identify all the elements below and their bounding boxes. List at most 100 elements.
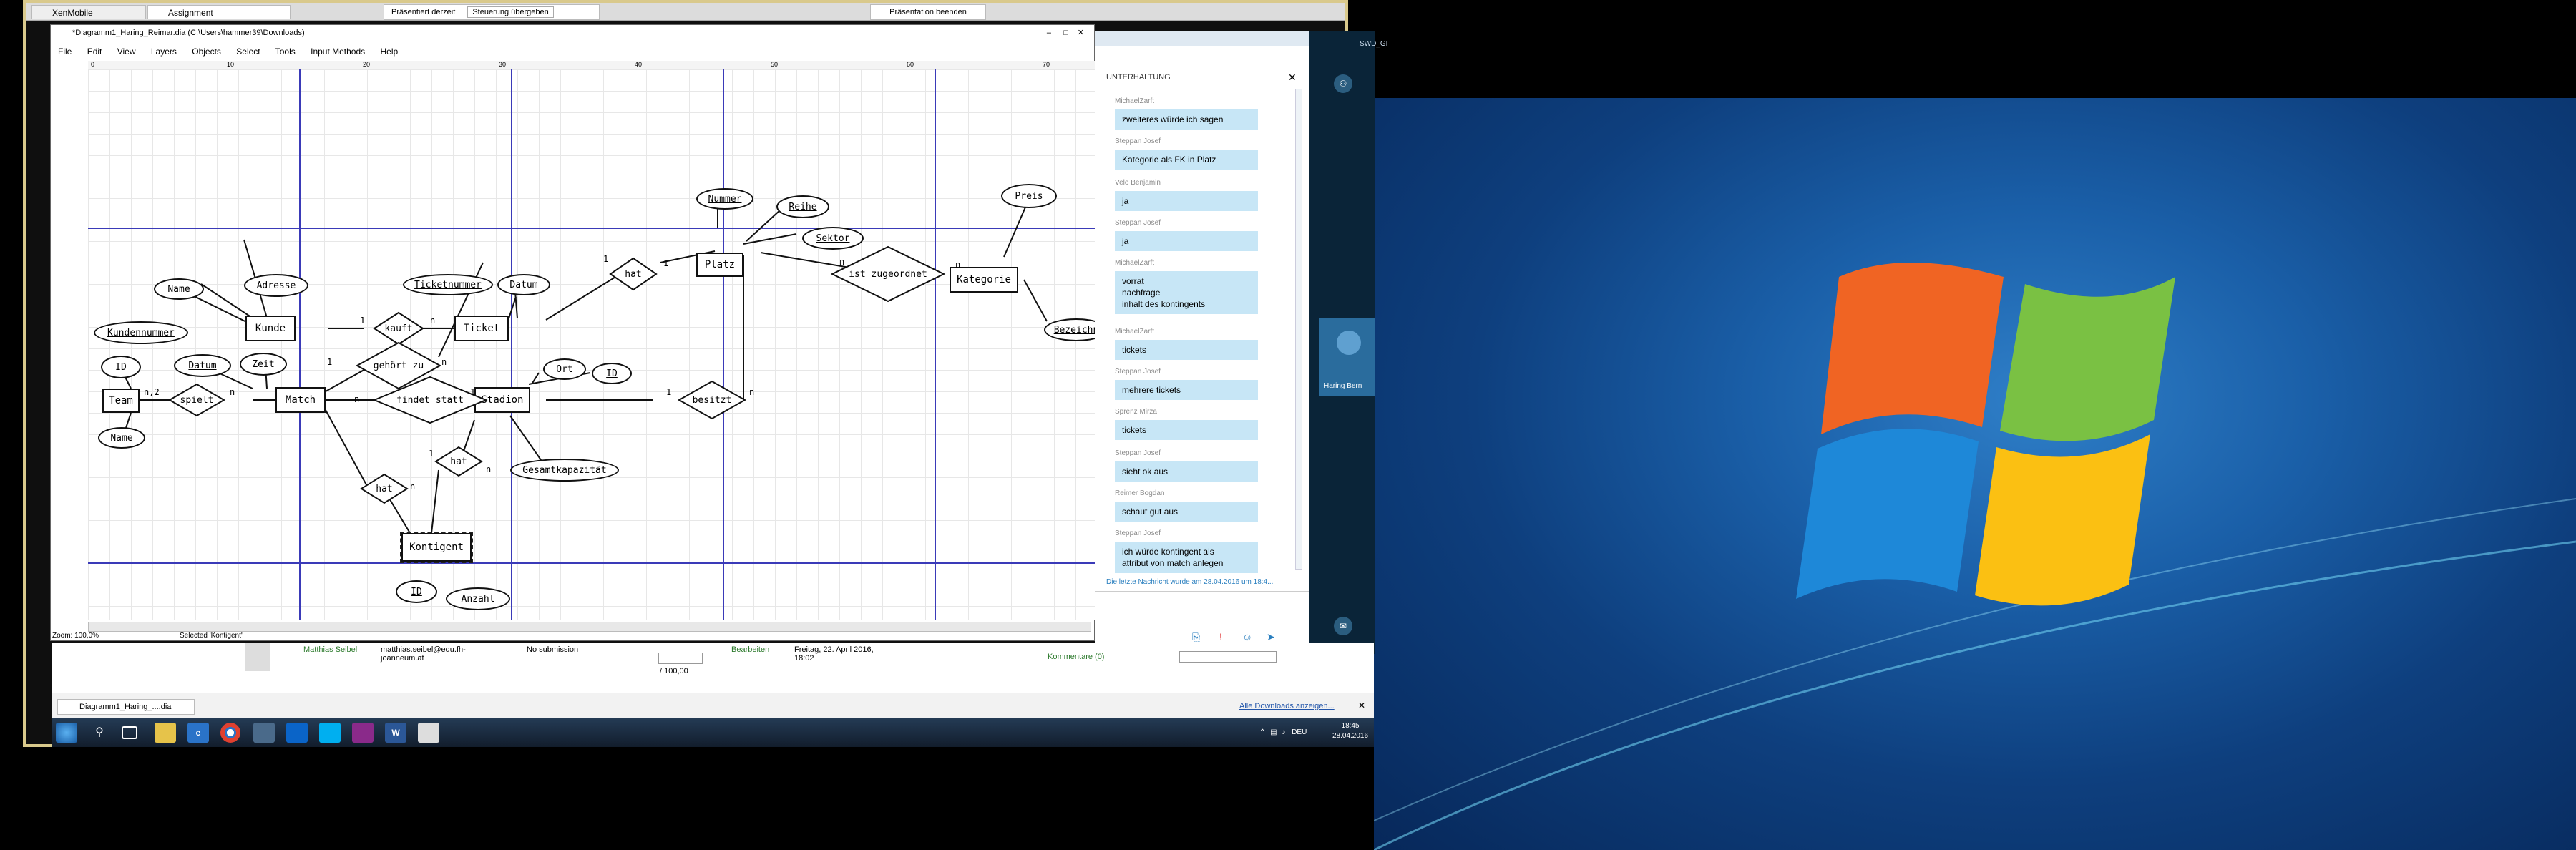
alert-icon[interactable]: ! [1219,631,1222,643]
entity-kunde[interactable]: Kunde [245,316,296,341]
cardinality: n [430,316,436,326]
send-icon[interactable]: ➤ [1267,631,1275,643]
relationship-besitzt[interactable]: besitzt [679,381,745,419]
avatar [245,643,270,671]
language-indicator[interactable]: DEU [1292,728,1307,736]
menu-input-methods[interactable]: Input Methods [311,47,365,57]
attribute-team-name[interactable]: Name [98,427,145,449]
zoom-field[interactable]: Zoom: 100,0% [52,630,99,642]
chat-bubble-icon[interactable]: ✉ [1334,617,1352,635]
cardinality: n [410,482,416,492]
menu-tools[interactable]: Tools [275,47,296,57]
network-app-icon[interactable] [253,723,275,743]
show-all-downloads-link[interactable]: Alle Downloads anzeigen... [1239,702,1335,710]
emoticon-icon[interactable]: ☺ [1242,631,1252,643]
student-email: matthias.seibel@edu.fh-joanneum.at [381,645,466,663]
dia-menubar: File Edit View Layers Objects Select Too… [58,47,411,57]
menu-help[interactable]: Help [381,47,399,57]
task-view-icon[interactable] [122,726,137,739]
attribute-stadion-id[interactable]: ID [592,363,632,384]
menu-edit[interactable]: Edit [87,47,102,57]
entity-ticket[interactable]: Ticket [454,316,509,341]
media-app-icon[interactable] [352,723,374,743]
search-icon[interactable]: ⚲ [89,723,110,743]
chat-message: Reimer Bogdan schaut gut aus [1115,489,1258,522]
chat-message: Steppan Josef ja [1115,219,1258,251]
presenter-bar: Präsentiert derzeit Steuerung übergeben [384,4,600,20]
attach-icon[interactable]: ⎘ [1192,631,1200,643]
attribute-kontigent-anzahl[interactable]: Anzahl [446,587,510,610]
outlook-icon[interactable] [286,723,308,743]
grade-input[interactable] [658,653,703,664]
attribute-kundennummer[interactable]: Kundennummer [94,321,188,344]
chrome-icon[interactable] [220,723,240,743]
attribute-kunde-adresse[interactable]: Adresse [244,274,308,297]
file-explorer-icon[interactable] [155,723,176,743]
entity-kategorie[interactable]: Kategorie [950,267,1018,293]
relationship-findet-statt[interactable]: findet statt [374,377,486,423]
skype-icon[interactable] [319,723,341,743]
feedback-field[interactable] [1179,651,1277,663]
chat-scrollbar[interactable] [1295,89,1302,570]
edge-icon[interactable]: e [187,723,209,743]
close-icon[interactable]: ✕ [1078,25,1084,41]
attribute-ticket-datum[interactable]: Datum [497,274,550,295]
control-dropdown[interactable]: Steuerung übergeben [467,6,554,18]
participants-icon[interactable]: ⚇ [1334,74,1352,93]
chevron-up-icon[interactable]: ⌃ [1259,728,1265,736]
relationship-kauft[interactable]: kauft [374,313,423,344]
attribute-kunde-name[interactable]: Name [154,278,204,300]
clock[interactable]: 18:45 28.04.2016 [1332,721,1368,741]
diagram-canvas[interactable]: Team Match Kunde Ticket Stadion Platz Ka… [88,69,1098,620]
cardinality: 1 [603,254,609,264]
attribute-kategorie-preis[interactable]: Preis [1001,184,1057,208]
relationship-hat-ticket-kontigent[interactable]: hat [436,447,482,476]
menu-view[interactable]: View [117,47,136,57]
close-downloads-icon[interactable]: ✕ [1358,700,1365,710]
connector-lines [88,69,1098,620]
cardinality: 1 [470,387,476,397]
menu-objects[interactable]: Objects [192,47,221,57]
edit-dropdown[interactable]: Bearbeiten [731,645,769,654]
close-chat-icon[interactable]: ✕ [1288,72,1297,84]
entity-match[interactable]: Match [275,387,326,413]
relationship-ist-zugeordnet[interactable]: ist zugeordnet [832,247,944,301]
attribute-kontigent-id[interactable]: ID [396,580,437,603]
attribute-gesamtkapazitaet[interactable]: Gesamtkapazität [510,459,619,482]
tab-assignment[interactable]: Assignment [147,5,291,19]
network-icon[interactable]: ▤ [1270,728,1277,736]
dia-app-icon[interactable] [418,723,439,743]
relationship-spielt[interactable]: spielt [170,384,224,416]
attribute-platz-nummer[interactable]: Nummer [696,188,753,210]
tab-xenmobile[interactable]: XenMobile [31,5,146,19]
end-presentation-button[interactable]: Präsentation beenden [870,4,986,20]
relationship-hat-match-kontigent[interactable]: hat [361,474,407,503]
volume-icon[interactable]: ♪ [1282,728,1285,736]
attribute-platz-reihe[interactable]: Reihe [776,195,829,218]
menu-layers[interactable]: Layers [151,47,177,57]
maximize-icon[interactable]: □ [1063,25,1068,41]
cardinality: 1 [429,449,434,459]
student-name-link[interactable]: Matthias Seibel [303,645,357,654]
comments-link[interactable]: Kommentare (0) [1048,653,1105,661]
start-button-icon[interactable] [56,723,77,743]
chat-header: UNTERHALTUNG [1106,73,1171,82]
attribute-team-id[interactable]: ID [101,356,141,378]
entity-team[interactable]: Team [102,389,140,413]
cardinality: n,2 [144,387,160,397]
menu-select[interactable]: Select [236,47,260,57]
divider [1095,591,1309,592]
entity-kontigent[interactable]: Kontigent [400,532,473,563]
download-item[interactable]: Diagramm1_Haring_....dia [57,699,195,715]
attribute-match-zeit[interactable]: Zeit [240,353,287,376]
minimize-icon[interactable]: – [1047,25,1051,41]
attribute-stadion-ort[interactable]: Ort [543,358,586,380]
menu-file[interactable]: File [58,47,72,57]
relationship-hat-ticket-platz[interactable]: hat [610,258,656,290]
word-icon[interactable]: W [385,723,406,743]
attribute-match-datum[interactable]: Datum [174,354,231,377]
attribute-ticketnummer[interactable]: Ticketnummer [403,274,493,295]
cardinality: n [354,394,360,404]
cardinality: 1 [666,387,672,397]
entity-platz[interactable]: Platz [696,253,743,277]
